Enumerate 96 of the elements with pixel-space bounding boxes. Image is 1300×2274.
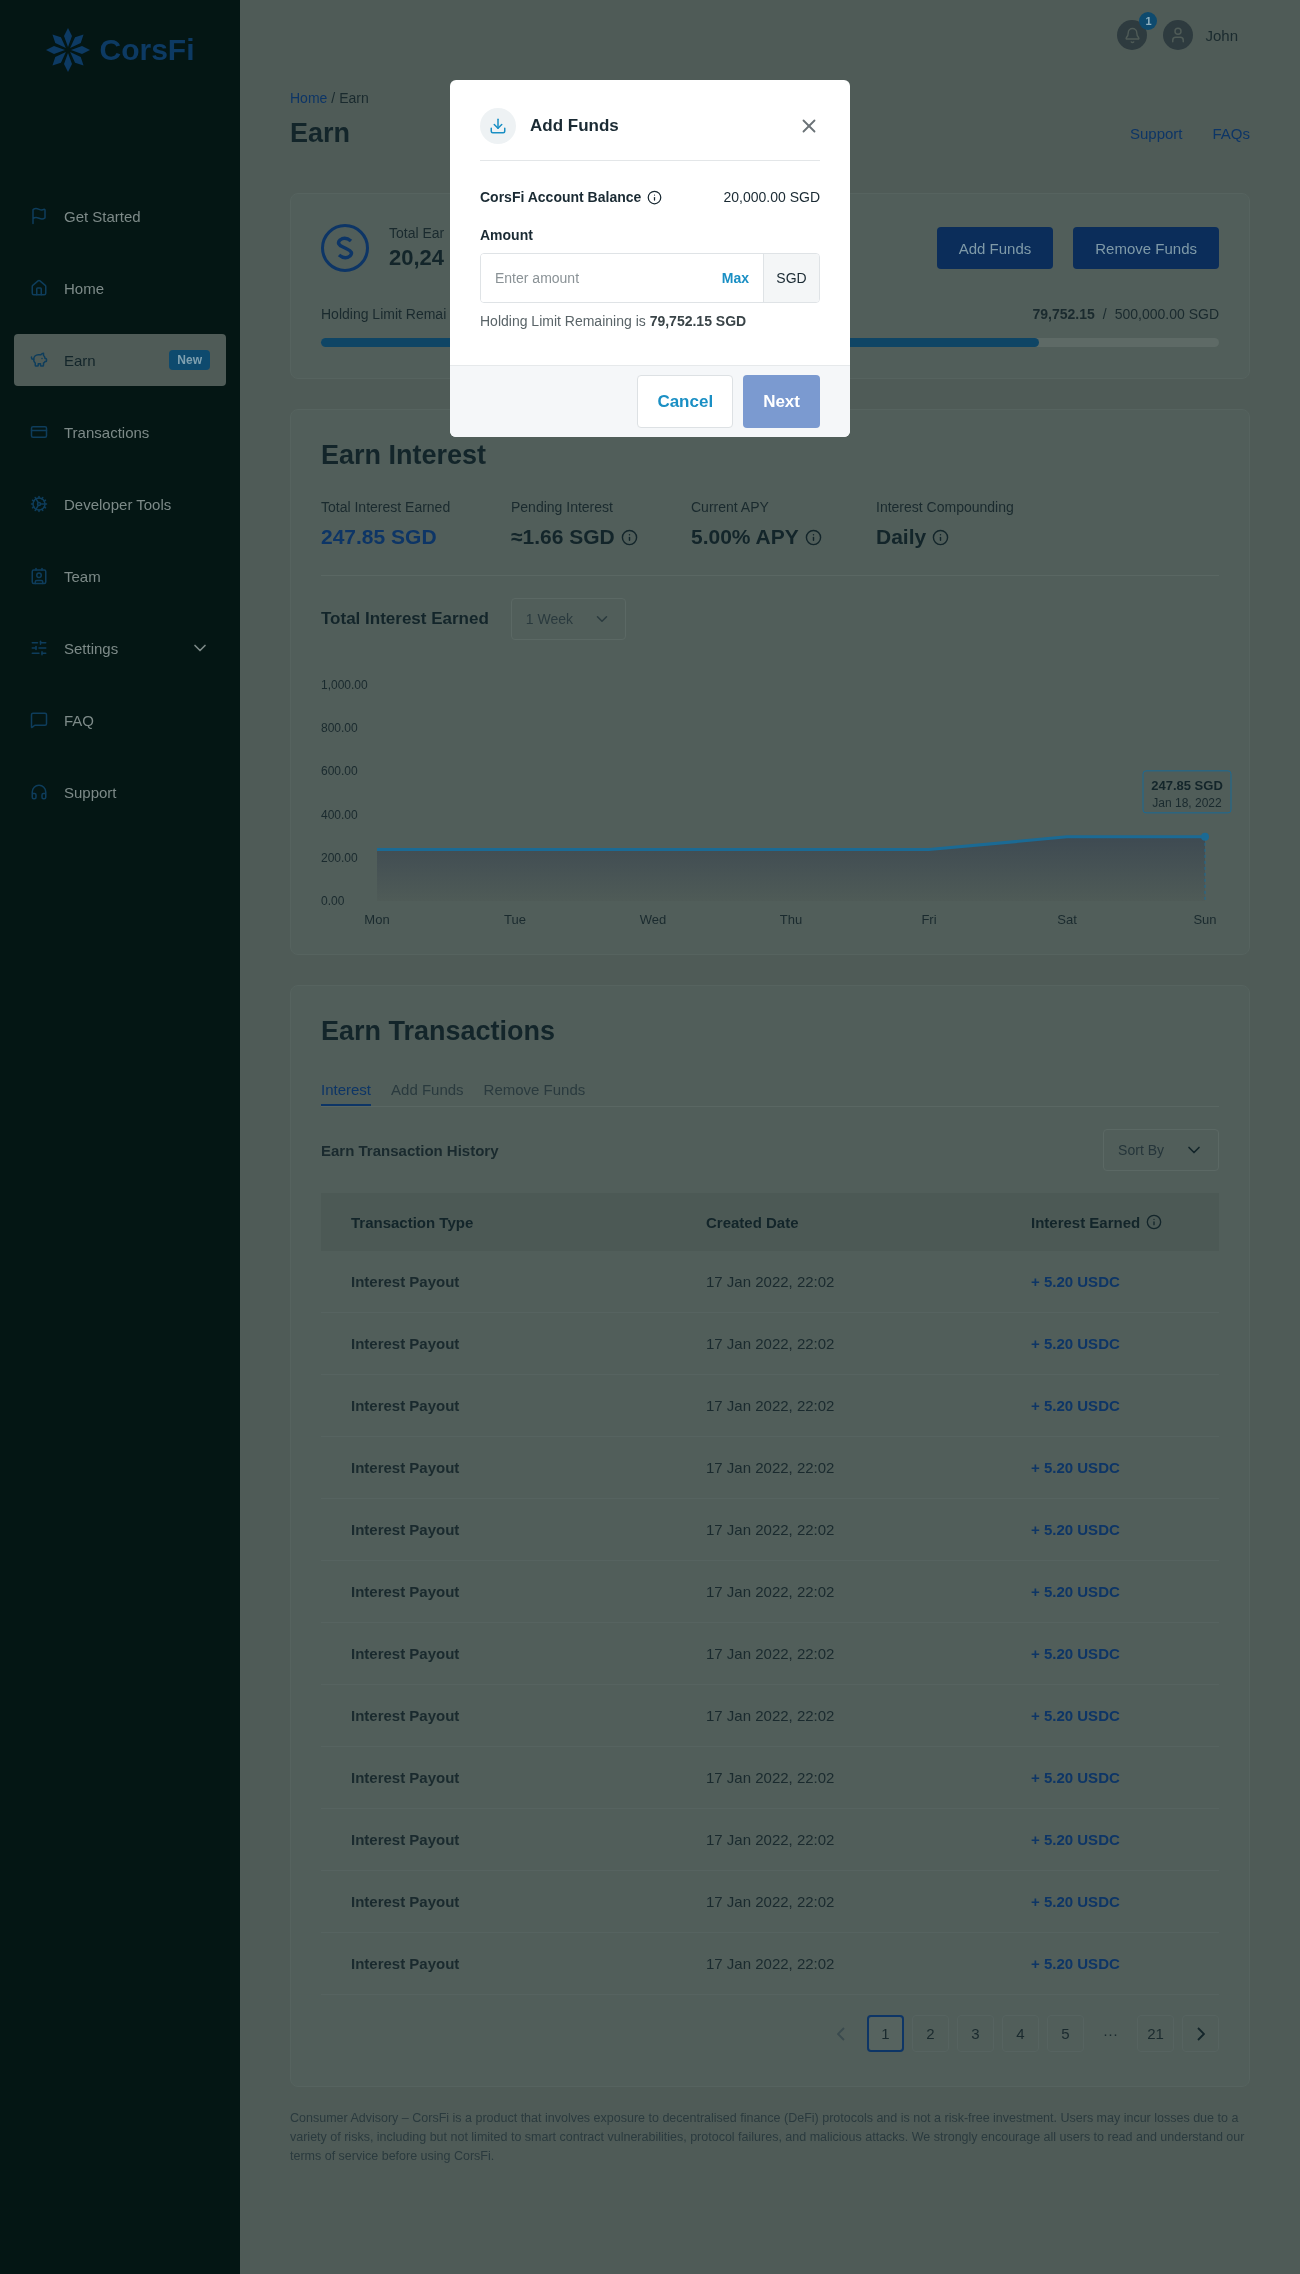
y-axis-label: 1,000.00 bbox=[321, 678, 368, 692]
x-axis-label: Sun bbox=[1193, 912, 1217, 927]
table-cell-text: Interest Payout bbox=[351, 1893, 461, 1910]
header-link[interactable]: FAQs bbox=[1212, 125, 1250, 142]
breadcrumb-link[interactable]: Home bbox=[290, 90, 328, 106]
amount-field[interactable]: Enter amount Max SGD bbox=[480, 253, 820, 303]
page-button[interactable]: 1 bbox=[867, 2015, 904, 2052]
column-header: Transaction Type bbox=[351, 1213, 474, 1231]
total-amount: 20,24 bbox=[389, 245, 445, 271]
info-icon[interactable] bbox=[647, 189, 663, 205]
table-cell-text: Interest Payout bbox=[351, 1521, 461, 1538]
sidebar-item[interactable]: Developer Tools bbox=[14, 478, 226, 530]
logo-icon bbox=[45, 27, 92, 73]
table-cell-text: Interest Payout bbox=[351, 1583, 461, 1600]
holding-total: 500,000.00 SGD bbox=[1114, 306, 1219, 322]
tooltip-value: 247.85 SGD bbox=[1151, 777, 1223, 793]
table-cell-text: Interest Payout bbox=[351, 1707, 461, 1724]
table-cell-text: Interest Payout bbox=[351, 1955, 461, 1972]
table-cell-text: + 5.20 USDC bbox=[1031, 1645, 1121, 1662]
balance-value: 20,000.00 SGD bbox=[723, 189, 820, 205]
piggy-bank-icon bbox=[30, 351, 48, 369]
holding-separator: / bbox=[1102, 306, 1107, 322]
home-icon bbox=[30, 279, 48, 297]
table-cell-text: + 5.20 USDC bbox=[1031, 1893, 1121, 1910]
chart-title: Total Interest Earned bbox=[321, 609, 489, 629]
y-axis-label: 800.00 bbox=[321, 721, 358, 736]
column-header: Interest Earned bbox=[1031, 1213, 1141, 1231]
point-marker bbox=[1201, 832, 1209, 841]
stat-value: Daily bbox=[876, 525, 927, 549]
gear-icon bbox=[30, 495, 48, 513]
table-cell-text: + 5.20 USDC bbox=[1031, 1273, 1121, 1290]
download-icon bbox=[480, 108, 516, 144]
table-cell-text: + 5.20 USDC bbox=[1031, 1831, 1121, 1848]
coin-icon bbox=[321, 224, 369, 272]
id-card-icon bbox=[30, 567, 48, 585]
header-link[interactable]: Support bbox=[1129, 125, 1183, 142]
sidebar-item[interactable]: Team bbox=[14, 550, 226, 602]
table-cell-text: + 5.20 USDC bbox=[1031, 1335, 1121, 1352]
stat-value: 247.85 SGD bbox=[321, 525, 437, 549]
sidebar-item[interactable]: Get Started bbox=[14, 190, 226, 242]
logo-text: CorsFi bbox=[99, 33, 195, 67]
chevron-right-icon bbox=[1196, 2026, 1205, 2041]
section-title: Earn Interest bbox=[321, 440, 488, 471]
max-button[interactable]: Max bbox=[707, 254, 763, 302]
table-cell-text: Interest Payout bbox=[351, 1831, 461, 1848]
flag-icon bbox=[30, 207, 48, 225]
amount-label: Amount bbox=[480, 227, 534, 243]
table-cell-text: Interest Payout bbox=[351, 1769, 461, 1786]
holding-used: 79,752.15 bbox=[1032, 306, 1095, 322]
table-cell-text: + 5.20 USDC bbox=[1031, 1397, 1121, 1414]
table-cell-text: Interest Payout bbox=[351, 1645, 461, 1662]
breadcrumb-separator: / bbox=[331, 90, 336, 106]
funds-button[interactable]: Remove Funds bbox=[1073, 227, 1219, 269]
stat-value: 5.00% APY bbox=[691, 525, 799, 549]
page-title: Earn bbox=[290, 118, 351, 149]
table-cell-text: Interest Payout bbox=[351, 1397, 461, 1414]
sidebar-item[interactable]: Earn New bbox=[14, 334, 226, 386]
column-header: Created Date bbox=[706, 1213, 799, 1231]
new-badge: New bbox=[169, 350, 210, 370]
table-cell-text: Interest Payout bbox=[351, 1335, 461, 1352]
page-button[interactable]: 3 bbox=[957, 2015, 994, 2052]
headset-icon bbox=[30, 783, 48, 801]
sidebar-item[interactable]: Home bbox=[14, 262, 226, 314]
sliders-icon bbox=[30, 639, 48, 657]
currency-label: SGD bbox=[763, 254, 819, 302]
notification-count: 1 bbox=[1139, 12, 1158, 30]
table-cell-text: + 5.20 USDC bbox=[1031, 1521, 1121, 1538]
card-icon bbox=[30, 423, 48, 441]
balance-label: CorsFi Account Balance bbox=[480, 189, 642, 205]
notification-button[interactable] bbox=[1117, 20, 1148, 50]
table-cell-text: + 5.20 USDC bbox=[1031, 1769, 1121, 1786]
sidebar-item[interactable]: FAQ bbox=[14, 694, 226, 746]
sidebar-item[interactable]: Transactions bbox=[14, 406, 226, 458]
table-cell-text: Interest Payout bbox=[351, 1459, 461, 1476]
avatar-icon[interactable] bbox=[1163, 20, 1194, 50]
page-ellipsis: ··· bbox=[1102, 2024, 1119, 2044]
x-axis-label: Sat bbox=[1057, 912, 1077, 927]
table-cell-text: + 5.20 USDC bbox=[1031, 1459, 1121, 1476]
table-cell-text: + 5.20 USDC bbox=[1031, 1955, 1121, 1972]
total-label: Total Ear bbox=[389, 225, 445, 241]
funds-button[interactable]: Add Funds bbox=[936, 227, 1054, 269]
bell-icon bbox=[1123, 26, 1141, 44]
section-title: Earn Transactions bbox=[321, 1016, 557, 1047]
table-cell-text: + 5.20 USDC bbox=[1031, 1583, 1121, 1600]
stat-label: Interest Compounding bbox=[876, 499, 1015, 515]
chat-icon bbox=[30, 711, 48, 729]
tab[interactable]: Interest bbox=[321, 1081, 372, 1106]
table-cell-text: + 5.20 USDC bbox=[1031, 1707, 1121, 1724]
table-cell-text: Interest Payout bbox=[351, 1273, 461, 1290]
cancel-button[interactable]: Cancel bbox=[637, 375, 734, 428]
stat-value: ≈1.66 SGD bbox=[511, 525, 615, 549]
next-page-button[interactable] bbox=[1182, 2015, 1219, 2052]
dialog-title: Add Funds bbox=[530, 116, 620, 136]
sidebar-item[interactable]: Support bbox=[14, 766, 226, 818]
sidebar-item[interactable]: Settings bbox=[14, 622, 226, 674]
holding-hint: Holding Limit Remaining is 79,752.15 SGD bbox=[480, 313, 748, 329]
